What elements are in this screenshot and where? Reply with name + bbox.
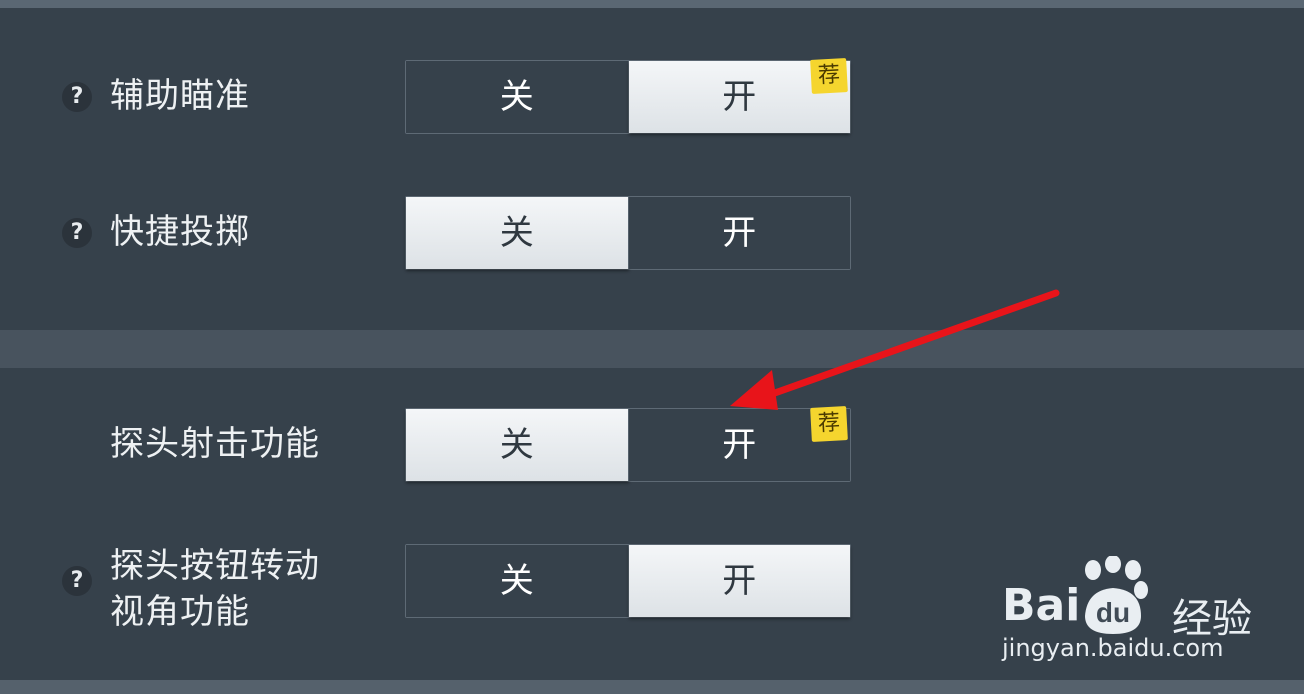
baidu-logo-du: du — [1096, 597, 1130, 628]
arrow-shaft — [768, 289, 1060, 398]
baidu-logo-bai: Bai — [1002, 580, 1081, 631]
baidu-paw-icon: du — [1085, 556, 1148, 634]
arrow-head — [730, 370, 778, 410]
baidu-logo-text: Bai — [1002, 580, 1080, 631]
watermark-url: jingyan.baidu.com — [1002, 634, 1224, 662]
